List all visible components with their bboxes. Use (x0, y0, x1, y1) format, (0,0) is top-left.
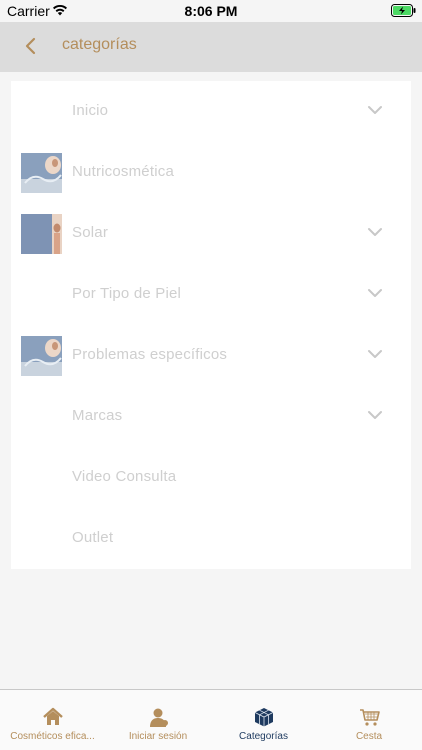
menu-item[interactable]: Nutricosmética (11, 142, 411, 203)
battery-charging-icon (391, 4, 416, 17)
tab-cart[interactable]: Cesta (317, 690, 422, 750)
clock: 8:06 PM (184, 3, 238, 19)
menu-item-label: Solar (72, 224, 109, 241)
tab-cube[interactable]: Categorías (211, 690, 316, 750)
tab-label: Categorías (239, 731, 288, 742)
chevron-down-icon[interactable] (367, 104, 383, 116)
menu-item-label: Inicio (72, 102, 109, 119)
status-bar: Carrier 8:06 PM (0, 0, 422, 22)
tab-label: Cosméticos efica... (10, 731, 95, 742)
chevron-down-icon[interactable] (367, 287, 383, 299)
cart-icon (359, 706, 381, 728)
category-thumbnail (21, 336, 62, 376)
tab-home[interactable]: Cosméticos efica... (0, 690, 105, 750)
menu-item[interactable]: Inicio (11, 81, 411, 142)
menu-item-label: Marcas (72, 407, 123, 424)
menu-item-label: Por Tipo de Piel (72, 285, 182, 302)
menu-item[interactable]: Video Consulta (11, 447, 411, 508)
menu-item[interactable]: Solar (11, 203, 411, 264)
category-thumbnail (21, 153, 62, 193)
menu-item[interactable]: Por Tipo de Piel (11, 264, 411, 325)
menu-item[interactable]: Outlet (11, 508, 411, 569)
chevron-down-icon[interactable] (367, 226, 383, 238)
tab-label: Iniciar sesión (128, 731, 188, 742)
menu-item-label: Video Consulta (72, 468, 177, 485)
chevron-left-icon[interactable] (20, 35, 42, 57)
cube-icon (253, 706, 275, 728)
menu-item-label: Outlet (72, 529, 114, 546)
tab-label: Cesta (355, 731, 383, 742)
page-title: categorías (62, 36, 137, 53)
chevron-down-icon[interactable] (367, 348, 383, 360)
menu-item-label: Nutricosmética (72, 163, 174, 180)
navigation-bar: categorías (0, 22, 422, 72)
chevron-down-icon[interactable] (367, 409, 383, 421)
user-icon (148, 706, 170, 728)
menu-item[interactable]: Marcas (11, 386, 411, 447)
tab-user[interactable]: Iniciar sesión (106, 690, 211, 750)
tab-bar: Cosméticos efica... Iniciar sesión Categor… (0, 689, 422, 750)
menu-item-label: Problemas específicos (72, 346, 228, 363)
category-thumbnail (21, 214, 62, 254)
categories-list: Inicio Nutricosmética Solar Por Tipo de Pie… (11, 81, 411, 569)
home-icon (42, 706, 64, 728)
menu-item[interactable]: Problemas específicos (11, 325, 411, 386)
